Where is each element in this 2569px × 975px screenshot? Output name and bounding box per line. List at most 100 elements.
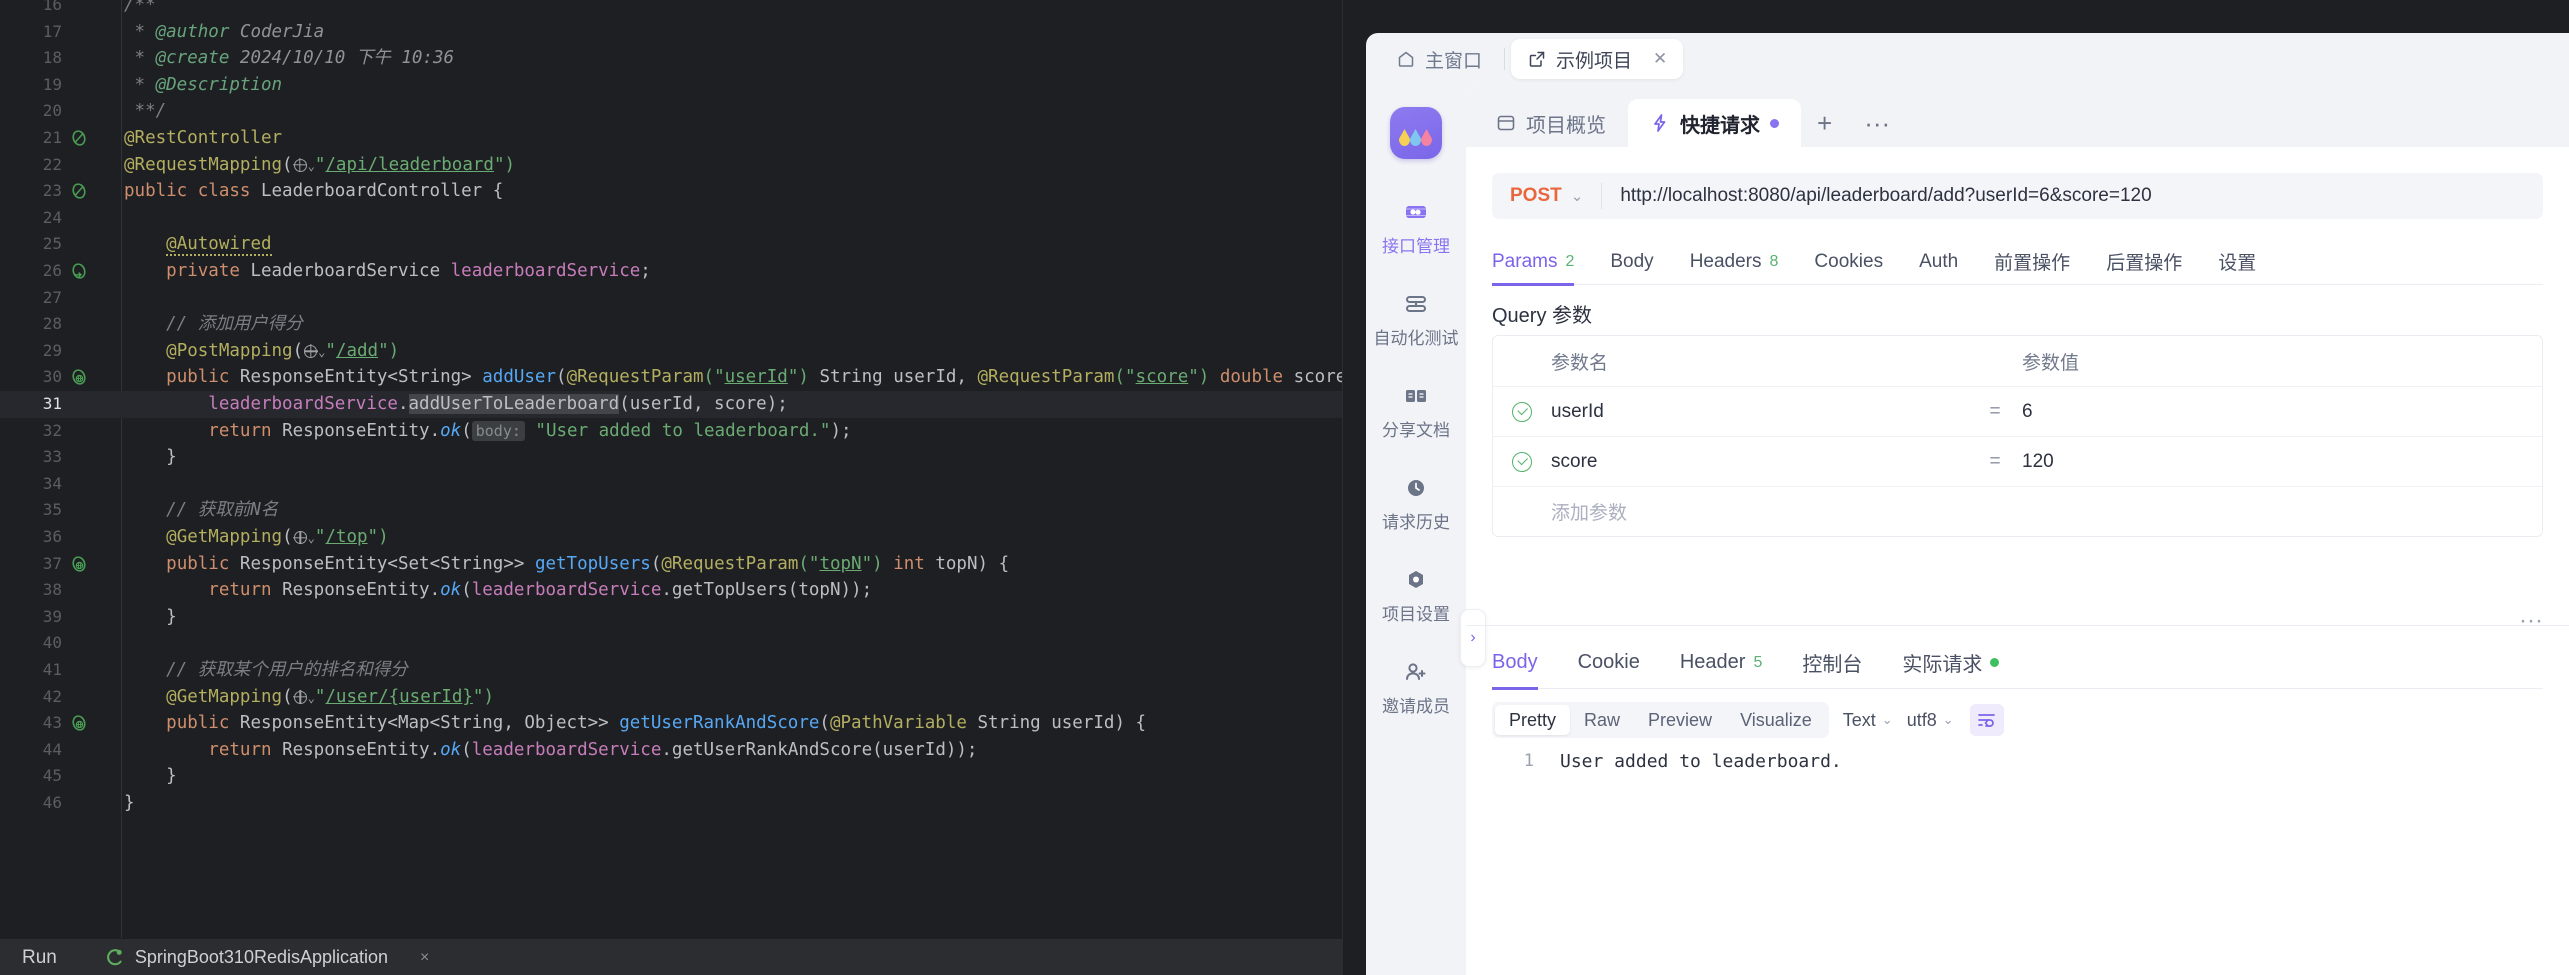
response-tab[interactable]: 控制台 xyxy=(1782,637,1882,689)
code-line[interactable]: 34 xyxy=(0,471,1343,498)
code-line[interactable]: 28 // 添加用户得分 xyxy=(0,311,1343,338)
rail-item[interactable]: 自动化测试 xyxy=(1366,291,1466,349)
code-line[interactable]: 38 return ResponseEntity.ok(leaderboardS… xyxy=(0,577,1343,604)
gutter-web-icon[interactable] xyxy=(70,368,88,386)
line-number: 46 xyxy=(0,790,62,817)
code-token: ResponseEntity<Set<String>> xyxy=(240,554,535,574)
gutter-arrow-icon[interactable] xyxy=(70,262,88,280)
response-encoding-select[interactable]: utf8 ⌄ xyxy=(1907,710,1954,731)
url-globe-icon[interactable]: ⌄ xyxy=(303,341,325,361)
param-enable-checkbox[interactable] xyxy=(1493,452,1551,472)
rail-item[interactable]: 分享文档 xyxy=(1366,383,1466,441)
response-tab[interactable]: Body xyxy=(1492,637,1558,689)
request-tab[interactable]: 前置操作 xyxy=(1976,239,2088,285)
url-globe-icon[interactable]: ⌄ xyxy=(293,155,315,175)
code-line[interactable]: 24 xyxy=(0,205,1343,232)
new-tab-button[interactable]: + xyxy=(1801,99,1848,147)
code-line[interactable]: 37 public ResponseEntity<Set<String>> ge… xyxy=(0,551,1343,578)
code-line[interactable]: 36 @GetMapping(⌄"/top") xyxy=(0,524,1343,551)
code-line[interactable]: 39 } xyxy=(0,604,1343,631)
window-tab[interactable]: 示例项目✕ xyxy=(1511,39,1683,79)
response-more-button[interactable]: ··· xyxy=(2519,615,2543,627)
code-line[interactable]: 31 leaderboardService.addUserToLeaderboa… xyxy=(0,391,1343,418)
code-line[interactable]: 40 xyxy=(0,630,1343,657)
param-value-cell[interactable]: 6 xyxy=(2022,401,2542,423)
request-tab[interactable]: Auth xyxy=(1901,239,1976,285)
rail-item[interactable]: 接口管理 xyxy=(1366,199,1466,257)
code-line[interactable]: 19 * @Description xyxy=(0,72,1343,99)
code-token: addUserToLeaderboard xyxy=(409,394,620,414)
code-line[interactable]: 45 } xyxy=(0,763,1343,790)
code-editor-content[interactable]: 16/**17 * @author CoderJia18 * @create 2… xyxy=(0,0,1343,938)
code-line[interactable]: 32 return ResponseEntity.ok(body: "User … xyxy=(0,418,1343,445)
code-line[interactable]: 21@RestController xyxy=(0,125,1343,152)
response-tab[interactable]: 实际请求 xyxy=(1882,637,2019,689)
param-name-cell[interactable]: 添加参数 xyxy=(1551,498,1968,525)
code-line[interactable]: 30 public ResponseEntity<String> addUser… xyxy=(0,364,1343,391)
request-tab[interactable]: 后置操作 xyxy=(2088,239,2200,285)
code-text: @GetMapping(⌄"/user/{userId}") xyxy=(122,684,494,712)
param-table-row[interactable]: userId=6 xyxy=(1493,386,2542,436)
run-config-tab[interactable]: SpringBoot310RedisApplication × xyxy=(105,947,430,968)
gutter-web-icon[interactable] xyxy=(70,714,88,732)
code-line[interactable]: 43 public ResponseEntity<Map<String, Obj… xyxy=(0,710,1343,737)
code-line[interactable]: 23public class LeaderboardController { xyxy=(0,178,1343,205)
response-view-mode-button[interactable]: Pretty xyxy=(1495,705,1570,735)
response-type-label: Text xyxy=(1843,710,1876,731)
gutter-bean-icon[interactable] xyxy=(70,182,88,200)
request-tab[interactable]: Headers8 xyxy=(1672,239,1797,285)
gutter-bean-icon[interactable] xyxy=(70,129,88,147)
param-name-cell[interactable]: score xyxy=(1551,451,1968,473)
code-line[interactable]: 46} xyxy=(0,790,1343,817)
response-tab[interactable]: Cookie xyxy=(1558,637,1660,689)
rail-item[interactable]: 请求历史 xyxy=(1366,475,1466,533)
url-globe-icon[interactable]: ⌄ xyxy=(293,687,315,707)
http-method-selector[interactable]: POST ⌄ xyxy=(1492,185,1601,207)
code-line[interactable]: 29 @PostMapping(⌄"/add") xyxy=(0,338,1343,365)
param-name-cell[interactable]: userId xyxy=(1551,401,1968,423)
response-body-content[interactable]: 1User added to leaderboard. xyxy=(1492,751,2569,975)
word-wrap-icon[interactable] xyxy=(1970,704,2004,736)
param-enable-checkbox[interactable] xyxy=(1493,402,1551,422)
code-line[interactable]: 16/** xyxy=(0,0,1343,19)
param-add-row[interactable]: 添加参数 xyxy=(1493,486,2542,536)
param-table-header-row[interactable]: 参数名参数值 xyxy=(1493,336,2542,386)
code-line[interactable]: 20 **/ xyxy=(0,98,1343,125)
rail-item[interactable]: 邀请成员 xyxy=(1366,659,1466,717)
response-view-mode-button[interactable]: Raw xyxy=(1570,705,1634,735)
project-tab[interactable]: 快捷请求 xyxy=(1628,99,1801,147)
request-tab[interactable]: Body xyxy=(1592,239,1671,285)
code-line[interactable]: 41 // 获取某个用户的排名和得分 xyxy=(0,657,1343,684)
response-view-mode-button[interactable]: Preview xyxy=(1634,705,1726,735)
gutter-web-icon[interactable] xyxy=(70,555,88,573)
response-type-select[interactable]: Text ⌄ xyxy=(1843,710,1893,731)
code-line[interactable]: 25 @Autowired xyxy=(0,231,1343,258)
code-line[interactable]: 17 * @author CoderJia xyxy=(0,19,1343,46)
code-token: ); xyxy=(830,421,851,441)
url-input[interactable]: http://localhost:8080/api/leaderboard/ad… xyxy=(1602,185,2543,207)
close-icon[interactable]: ✕ xyxy=(1653,49,1667,69)
sidebar-expand-handle[interactable]: › xyxy=(1460,609,1486,667)
response-view-mode-button[interactable]: Visualize xyxy=(1726,705,1826,735)
window-tab[interactable]: 主窗口 xyxy=(1380,39,1498,79)
code-line[interactable]: 44 return ResponseEntity.ok(leaderboardS… xyxy=(0,737,1343,764)
param-value-cell[interactable]: 120 xyxy=(2022,451,2542,473)
response-tab[interactable]: Header5 xyxy=(1660,637,1783,689)
code-line[interactable]: 18 * @create 2024/10/10 下午 10:36 xyxy=(0,45,1343,72)
rail-item[interactable]: 项目设置 xyxy=(1366,567,1466,625)
response-divider[interactable] xyxy=(1466,625,2569,626)
request-tab[interactable]: Params2 xyxy=(1492,239,1592,285)
code-line[interactable]: 42 @GetMapping(⌄"/user/{userId}") xyxy=(0,684,1343,711)
code-line[interactable]: 26 private LeaderboardService leaderboar… xyxy=(0,258,1343,285)
request-tab[interactable]: Cookies xyxy=(1796,239,1901,285)
request-tab[interactable]: 设置 xyxy=(2200,239,2274,285)
project-tab[interactable]: 项目概览 xyxy=(1474,99,1628,147)
close-icon[interactable]: × xyxy=(420,949,429,967)
code-line[interactable]: 35 // 获取前N名 xyxy=(0,497,1343,524)
code-line[interactable]: 33 } xyxy=(0,444,1343,471)
code-line[interactable]: 27 xyxy=(0,285,1343,312)
param-table-row[interactable]: score=120 xyxy=(1493,436,2542,486)
url-globe-icon[interactable]: ⌄ xyxy=(293,527,315,547)
code-line[interactable]: 22@RequestMapping(⌄"/api/leaderboard") xyxy=(0,152,1343,179)
tab-more-button[interactable]: ··· xyxy=(1848,99,1906,147)
